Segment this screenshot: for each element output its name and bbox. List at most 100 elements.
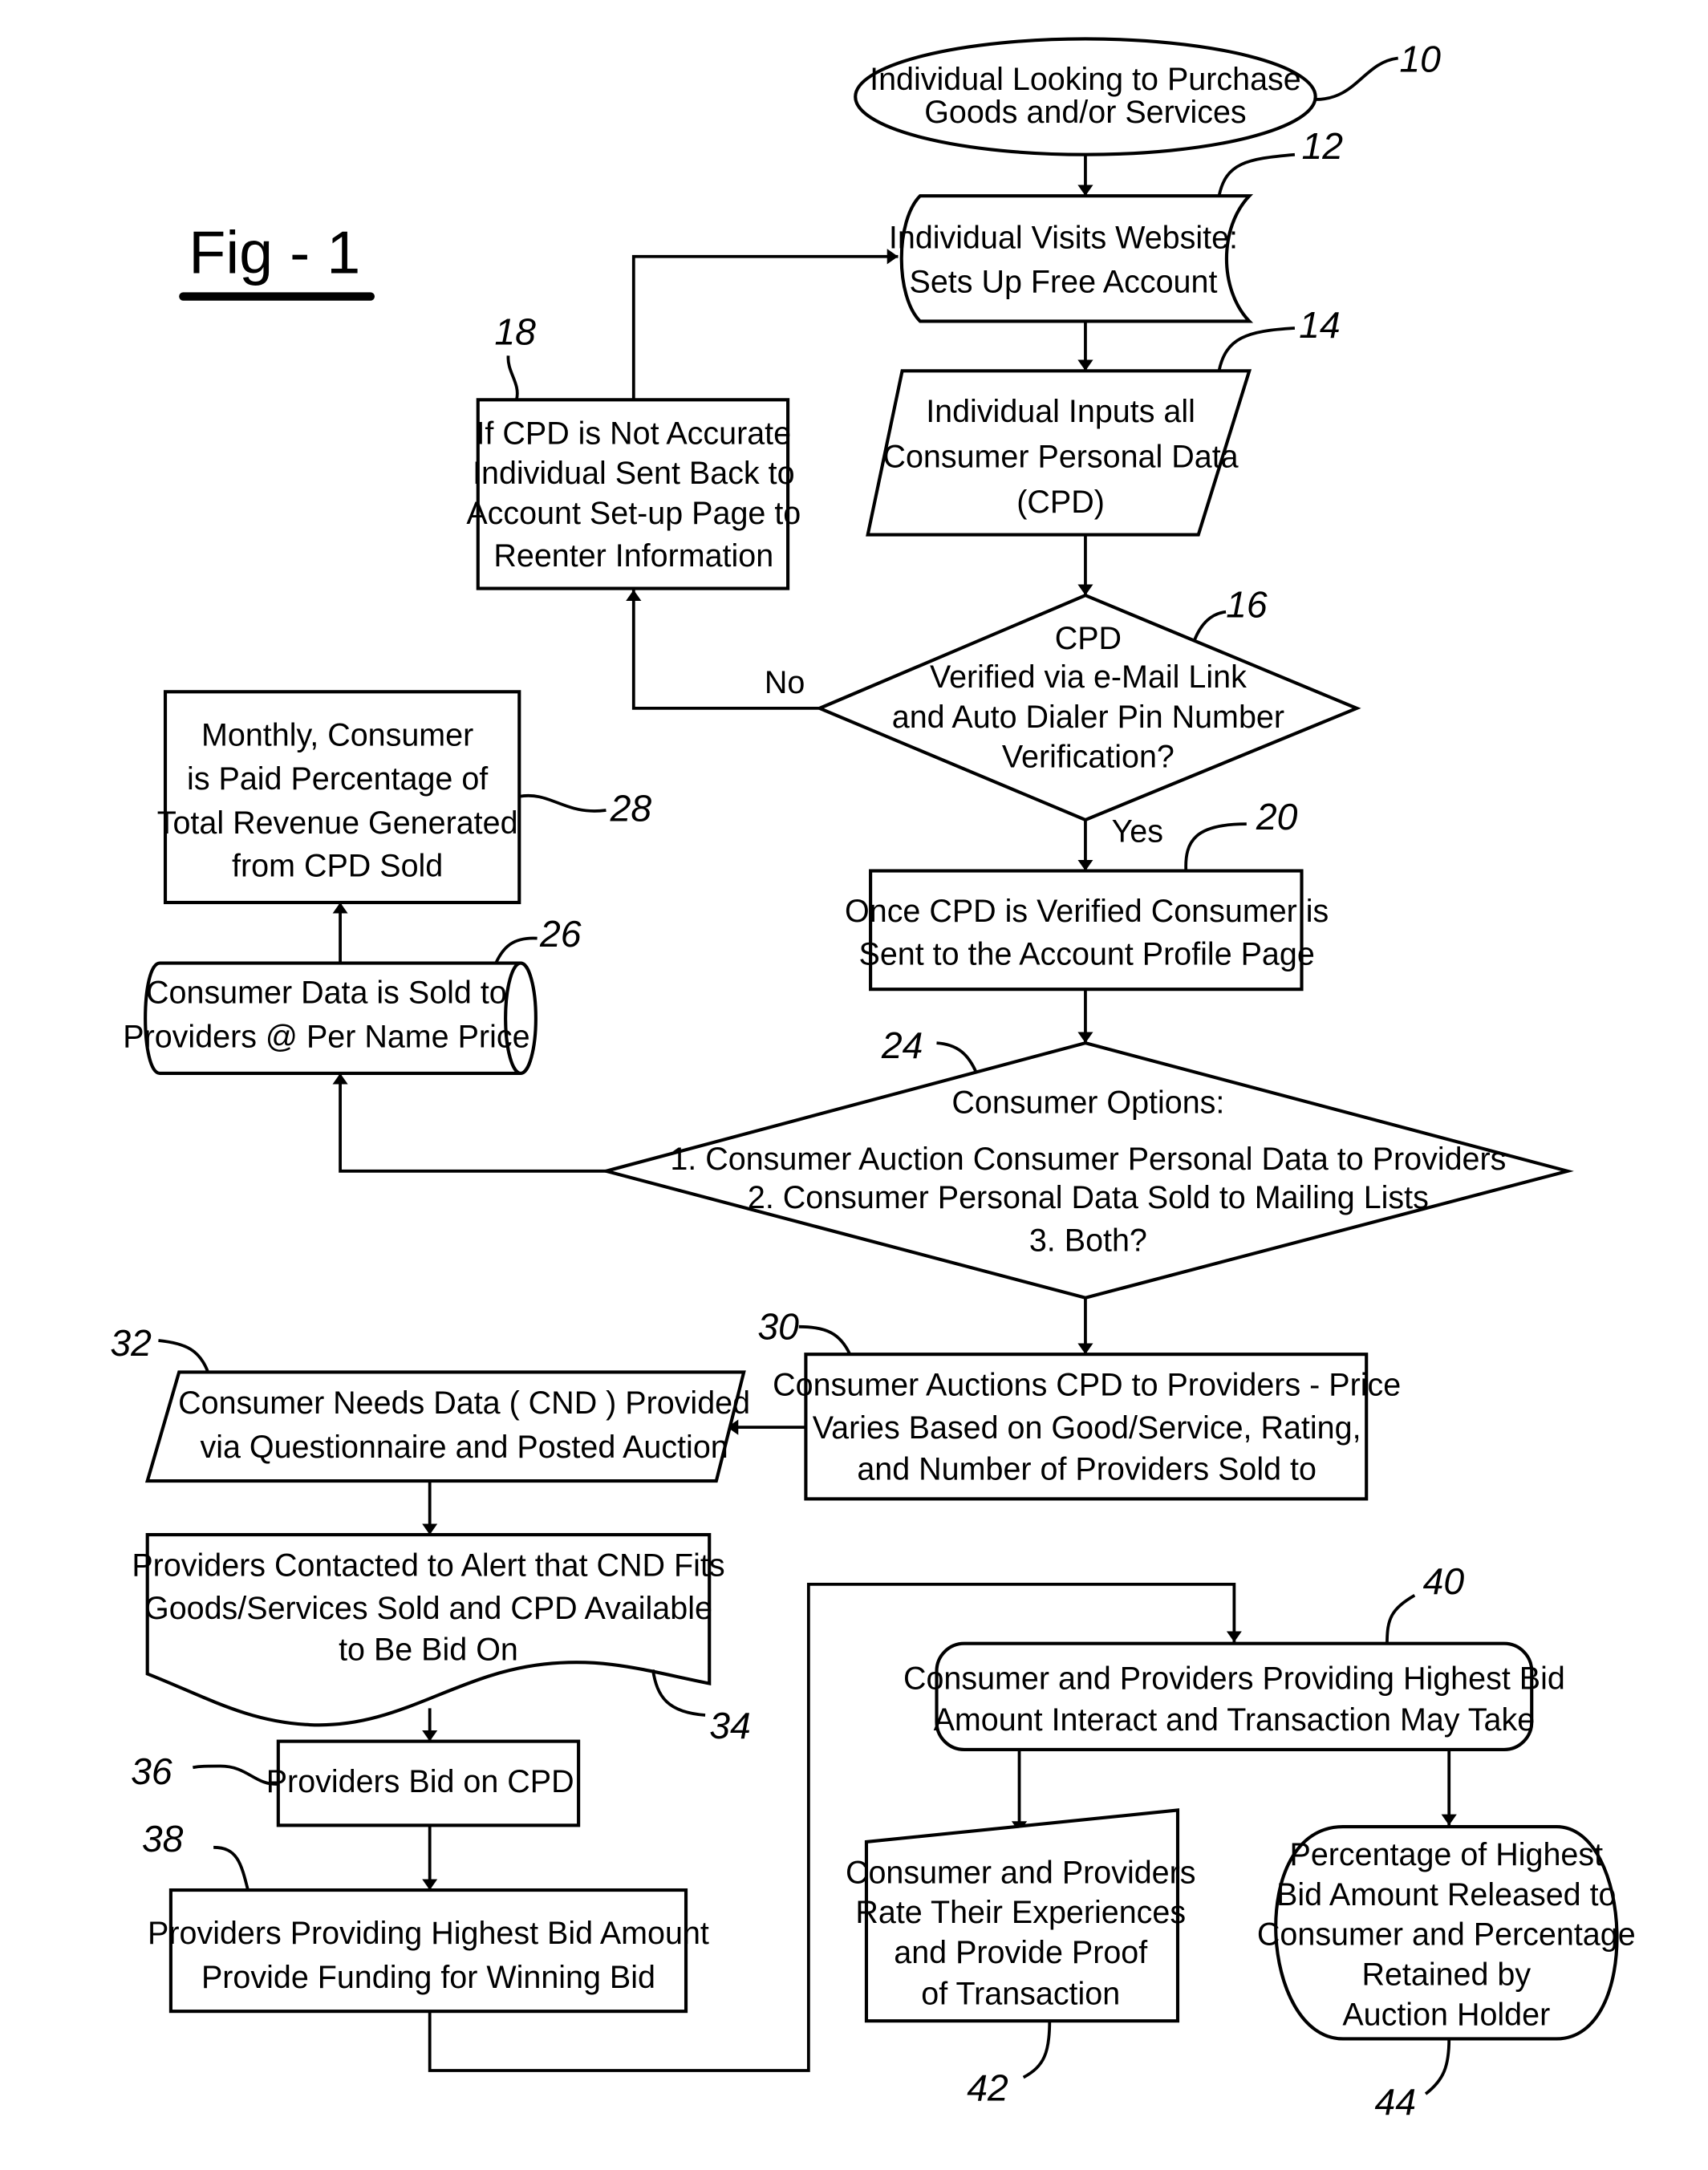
node-42-rate: Consumer and Providers Rate Their Experi… [846, 1808, 1196, 2109]
leader-line [798, 1324, 852, 1355]
arrow-18-to-12 [631, 249, 899, 400]
node-18-line-2: Individual Sent Back to [473, 456, 795, 491]
node-28-line-2: is Paid Percentage of [187, 761, 489, 797]
node-16-line-3: and Auto Dialer Pin Number [892, 700, 1284, 735]
ref-number: 12 [1302, 125, 1344, 167]
ref-number: 18 [494, 311, 536, 353]
ref-number: 40 [1423, 1560, 1465, 1602]
edge-label-yes: Yes [1112, 813, 1163, 849]
ref-number: 36 [131, 1750, 172, 1792]
node-14-inputs: Individual Inputs all Consumer Personal … [866, 304, 1341, 537]
node-34-line-1: Providers Contacted to Alert that CND Fi… [132, 1548, 724, 1584]
node-24-line-2: 1. Consumer Auction Consumer Personal Da… [670, 1142, 1506, 1177]
node-12-line-2: Sets Up Free Account [910, 264, 1218, 299]
ref-number: 10 [1399, 39, 1441, 80]
ref-number: 16 [1226, 584, 1268, 626]
leader-line [936, 1041, 979, 1074]
node-20-line-2: Sent to the Account Profile Page [859, 936, 1315, 971]
node-44-percentage: Percentage of Highest Bid Amount Release… [1257, 1825, 1636, 2123]
leader-line [213, 1845, 250, 1891]
node-18-line-3: Account Set-up Page to [466, 496, 801, 531]
ref-number: 24 [881, 1024, 923, 1066]
node-40-line-2: Amount Interact and Transaction May Take [934, 1702, 1536, 1738]
node-40-line-1: Consumer and Providers Providing Highest… [903, 1661, 1565, 1696]
node-26-line-1: Consumer Data is Sold to [146, 975, 507, 1010]
node-34-providers-contacted: Providers Contacted to Alert that CND Fi… [132, 1533, 751, 1746]
ref-number: 26 [539, 913, 582, 955]
node-30-line-2: Varies Based on Good/Service, Rating, [813, 1410, 1361, 1446]
leader-line [1424, 2038, 1451, 2095]
stored-data-shape [899, 194, 1254, 323]
node-18-line-4: Reenter Information [493, 538, 773, 574]
node-24-line-1: Consumer Options: [951, 1085, 1224, 1121]
ref-number: 44 [1375, 2081, 1417, 2123]
ref-number: 38 [142, 1818, 184, 1860]
node-16-line-2: Verified via e-Mail Link [930, 659, 1247, 695]
leader-line [506, 355, 519, 400]
node-10-line-2: Goods and/or Services [924, 95, 1246, 130]
leader-line [1184, 822, 1247, 871]
leader-line [518, 793, 607, 813]
node-16-line-1: CPD [1055, 621, 1122, 656]
leader-line [1385, 1593, 1416, 1644]
node-14-line-3: (CPD) [1016, 485, 1105, 520]
node-30-auctions: Consumer Auctions CPD to Providers - Pri… [757, 1305, 1401, 1501]
node-32-line-2: via Questionnaire and Posted Auction [200, 1430, 728, 1465]
node-26-data-sold: Consumer Data is Sold to Providers @ Per… [123, 913, 582, 1075]
node-36-line-1: Providers Bid on CPD [266, 1764, 574, 1799]
node-12-line-1: Individual Visits Website: [889, 220, 1238, 255]
node-44-line-4: Retained by [1361, 1957, 1531, 1993]
figure-title: Fig - 1 [189, 219, 360, 286]
arrow-24-to-26 [332, 1073, 607, 1173]
node-44-line-3: Consumer and Percentage [1257, 1917, 1636, 1953]
node-34-line-3: to Be Bid On [339, 1632, 518, 1667]
node-42-line-1: Consumer and Providers [846, 1855, 1196, 1890]
node-28-line-4: from CPD Sold [232, 848, 443, 883]
node-44-line-1: Percentage of Highest [1290, 1837, 1604, 1872]
node-24-line-3: 2. Consumer Personal Data Sold to Mailin… [748, 1180, 1429, 1215]
node-32-line-1: Consumer Needs Data ( CND ) Provided [178, 1385, 750, 1421]
edge-label-no: No [765, 665, 805, 700]
node-34-line-2: Goods/Services Sold and CPD Available [144, 1591, 712, 1626]
node-20-line-1: Once CPD is Verified Consumer is [845, 894, 1329, 929]
node-38-line-1: Providers Providing Highest Bid Amount [148, 1916, 709, 1951]
leader-line [158, 1339, 210, 1373]
node-32-cnd: Consumer Needs Data ( CND ) Provided via… [110, 1322, 750, 1483]
node-24-line-4: 3. Both? [1029, 1223, 1147, 1258]
node-24-options: Consumer Options: 1. Consumer Auction Co… [599, 1024, 1574, 1300]
flowchart: Fig - 1 Individual Looking to Purchase G… [110, 37, 1636, 2123]
node-42-line-2: Rate Their Experiences [855, 1895, 1186, 1930]
leader-line [1217, 327, 1296, 371]
leader-line [1022, 2021, 1052, 2079]
node-14-line-2: Consumer Personal Data [882, 439, 1238, 474]
ref-number: 42 [967, 2067, 1008, 2109]
node-10-line-1: Individual Looking to Purchase [870, 62, 1301, 97]
node-42-line-4: of Transaction [921, 1977, 1120, 2012]
node-44-line-2: Bid Amount Released to [1276, 1877, 1616, 1912]
node-36-bid: Providers Bid on CPD 36 [131, 1739, 581, 1827]
node-42-line-3: and Provide Proof [894, 1935, 1148, 1970]
node-30-line-3: and Number of Providers Sold to [857, 1451, 1316, 1487]
ref-number: 14 [1299, 304, 1341, 346]
leader-line [1217, 152, 1296, 197]
node-28-line-1: Monthly, Consumer [201, 717, 473, 752]
node-16-line-4: Verification? [1002, 740, 1175, 775]
node-28-monthly-paid: Monthly, Consumer is Paid Percentage of … [157, 690, 651, 905]
node-38-line-2: Provide Funding for Winning Bid [201, 1960, 655, 1995]
ref-number: 30 [757, 1305, 799, 1347]
leader-line [1192, 610, 1227, 642]
node-28-line-3: Total Revenue Generated [157, 805, 518, 841]
ref-number: 34 [709, 1705, 751, 1746]
node-16-decision: CPD Verified via e-Mail Link and Auto Di… [815, 584, 1361, 822]
node-44-line-5: Auction Holder [1342, 1997, 1550, 2032]
node-14-line-1: Individual Inputs all [926, 394, 1195, 429]
cylinder-end [504, 961, 538, 1075]
leader-line [1315, 56, 1398, 101]
node-10-start: Individual Looking to Purchase Goods and… [854, 37, 1441, 156]
ref-number: 32 [110, 1322, 152, 1364]
node-26-line-2: Providers @ Per Name Price [123, 1019, 529, 1054]
ref-number: 20 [1256, 796, 1298, 838]
figure-title-underline [179, 292, 375, 301]
node-38-funding: Providers Providing Highest Bid Amount P… [142, 1818, 709, 2014]
leader-line [494, 936, 538, 964]
